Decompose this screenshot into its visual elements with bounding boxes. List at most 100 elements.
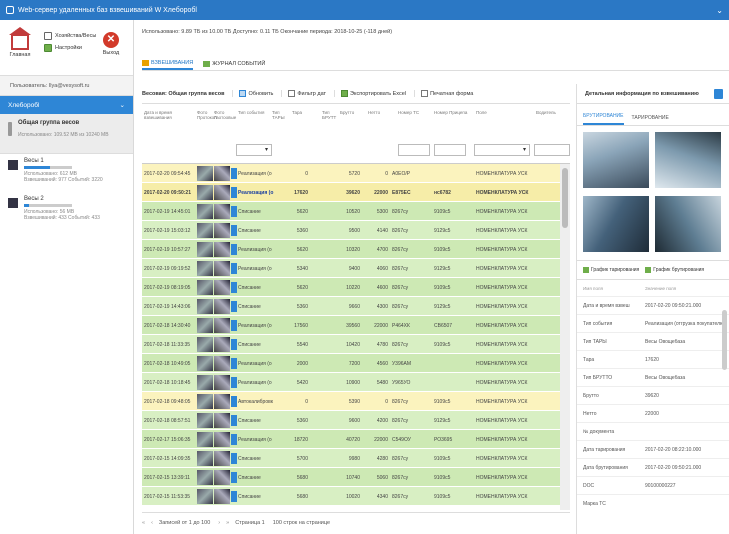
photo-thumbnail[interactable] (197, 356, 213, 371)
col-header-net[interactable]: Нетто (368, 110, 388, 115)
photo-thumbnail[interactable] (197, 318, 213, 333)
col-header-gross-type[interactable]: Тип БРУТТ (322, 110, 338, 120)
photo-thumbnail[interactable] (197, 166, 213, 181)
photo-thumbnail[interactable] (214, 185, 230, 200)
photo-thumbnail[interactable] (214, 223, 230, 238)
photo-thumbnail[interactable] (214, 489, 230, 504)
col-header-datetime[interactable]: Дата и время взвешивания (144, 110, 194, 120)
table-row[interactable]: 2017-02-18 09:48:05 Автокалибровк 0 5390 0 82… (142, 392, 570, 411)
photo-thumbnail[interactable] (214, 356, 230, 371)
photo-thumbnail[interactable] (655, 196, 721, 252)
photo-thumbnail[interactable] (214, 204, 230, 219)
photo-thumbnail[interactable] (655, 132, 721, 188)
rows-per-page-selector[interactable]: 100 строк на странице (273, 520, 330, 526)
detail-scrollbar[interactable] (722, 310, 727, 370)
photo-thumbnail[interactable] (214, 432, 230, 447)
photo-thumbnail[interactable] (197, 204, 213, 219)
photo-thumbnail[interactable] (197, 223, 213, 238)
photo-thumbnail[interactable] (197, 261, 213, 276)
scrollbar-thumb[interactable] (562, 168, 568, 228)
col-header-photo-ready[interactable]: Фото Гаотоовые (214, 110, 236, 120)
photo-thumbnail[interactable] (214, 280, 230, 295)
col-header-gross[interactable]: Брутто (340, 110, 360, 115)
photo-thumbnail[interactable] (197, 299, 213, 314)
chevron-down-icon[interactable]: ⌄ (716, 6, 723, 15)
photo-thumbnail[interactable] (214, 470, 230, 485)
table-row[interactable]: 2017-02-15 14:09:35 Списание 5700 9980 4280 8… (142, 449, 570, 468)
photo-thumbnail[interactable] (214, 299, 230, 314)
scale-item-1[interactable]: Весы 1 Использовано: 612 MB Взвешиваний:… (0, 154, 133, 192)
tab-event-log[interactable]: ЖУРНАЛ СОБЫТИЙ (203, 45, 265, 70)
photo-thumbnail[interactable] (214, 242, 230, 257)
table-row[interactable]: 2017-02-17 15:06:35 Реализация (о 18720 407… (142, 430, 570, 449)
col-header-tare[interactable]: Тара (292, 110, 306, 115)
prev-page-icon[interactable]: ‹ (151, 520, 153, 526)
photo-thumbnail[interactable] (214, 375, 230, 390)
gross-chart-link[interactable]: График брутирования (645, 267, 704, 273)
nav-farms-scales[interactable]: Хозяйства/Весы (44, 32, 96, 40)
company-selector[interactable]: Хлеборобl ⌄ (0, 96, 133, 114)
col-header-photo-protocol[interactable]: Фото Протокол (197, 110, 217, 120)
field-filter[interactable] (474, 144, 530, 156)
table-row[interactable]: 2017-02-19 15:03:12 Списание 5360 9500 4140 8… (142, 221, 570, 240)
refresh-button[interactable]: Обновить (232, 90, 273, 97)
photo-thumbnail[interactable] (197, 394, 213, 409)
home-button[interactable]: Главная (8, 27, 32, 58)
trailer-filter[interactable] (434, 144, 466, 156)
table-row[interactable]: 2017-02-18 14:30:40 Реализация (о 17560 395… (142, 316, 570, 335)
table-row[interactable]: 2017-02-18 10:49:05 Реализация (о 2000 7200… (142, 354, 570, 373)
nav-settings[interactable]: Настройки (44, 44, 96, 52)
photo-thumbnail[interactable] (197, 470, 213, 485)
table-row[interactable]: 2017-02-20 09:54:45 Реализация (о 0 5720 0 А0… (142, 164, 570, 183)
table-row[interactable]: 2017-02-19 14:45:01 Списание 5620 10520 5300… (142, 202, 570, 221)
table-row[interactable]: 2017-02-15 11:53:35 Списание 5680 10020 4340… (142, 487, 570, 506)
col-header-field[interactable]: Поле (476, 110, 490, 115)
table-row[interactable]: 2017-02-15 13:39:11 Списание 5680 10740 5060… (142, 468, 570, 487)
grid-scrollbar[interactable] (560, 164, 570, 510)
collapse-panel-icon[interactable] (714, 88, 723, 99)
table-row[interactable]: 2017-02-18 08:57:51 Списание 5360 9600 4200 8… (142, 411, 570, 430)
col-header-event-type[interactable]: Тип события (238, 110, 268, 115)
photo-thumbnail[interactable] (197, 337, 213, 352)
tab-tare[interactable]: ТАРИРОВАНИЕ (632, 115, 669, 125)
col-header-trailer[interactable]: Номер Прицепа (434, 110, 468, 115)
exit-button[interactable]: ✕ Выход (99, 32, 123, 56)
page-selector[interactable]: Страница 1 (235, 520, 265, 526)
first-page-icon[interactable]: « (142, 520, 145, 526)
last-page-icon[interactable]: » (226, 520, 229, 526)
photo-thumbnail[interactable] (214, 394, 230, 409)
col-header-driver[interactable]: Водитель (536, 110, 566, 115)
photo-thumbnail[interactable] (214, 337, 230, 352)
tare-chart-link[interactable]: График тарирования (583, 267, 639, 273)
scale-item-2[interactable]: Весы 2 Использовано: 56 MB Взвешиваний: … (0, 192, 133, 230)
print-form-button[interactable]: Печатная форма (414, 90, 473, 97)
photo-thumbnail[interactable] (214, 413, 230, 428)
photo-thumbnail[interactable] (197, 375, 213, 390)
vehicle-filter[interactable] (398, 144, 430, 156)
photo-thumbnail[interactable] (214, 166, 230, 181)
table-row[interactable]: 2017-02-19 09:19:52 Реализация (о 5340 9400… (142, 259, 570, 278)
table-row[interactable]: 2017-02-20 09:50:21 Реализация (о 17620 396… (142, 183, 570, 202)
driver-filter[interactable] (534, 144, 570, 156)
table-row[interactable]: 2017-02-19 08:19:05 Списание 5620 10220 4600… (142, 278, 570, 297)
col-header-tare-type[interactable]: Тип ТАРЫ (272, 110, 286, 120)
table-row[interactable]: 2017-02-18 11:33:35 Списание 5540 10420 4780… (142, 335, 570, 354)
photo-thumbnail[interactable] (214, 451, 230, 466)
event-type-filter[interactable] (236, 144, 272, 156)
date-filter-button[interactable]: Фильтр дат (281, 90, 326, 97)
col-header-vehicle[interactable]: Номер ТС (398, 110, 426, 115)
tab-weighings[interactable]: ВЗВЕШИВАНИЯ (142, 45, 194, 70)
photo-thumbnail[interactable] (197, 185, 213, 200)
photo-thumbnail[interactable] (197, 432, 213, 447)
photo-thumbnail[interactable] (197, 451, 213, 466)
photo-thumbnail[interactable] (583, 132, 649, 188)
photo-thumbnail[interactable] (214, 261, 230, 276)
photo-thumbnail[interactable] (583, 196, 649, 252)
photo-thumbnail[interactable] (197, 242, 213, 257)
photo-thumbnail[interactable] (197, 413, 213, 428)
table-row[interactable]: 2017-02-19 14:43:06 Списание 5360 9660 4300 8… (142, 297, 570, 316)
table-row[interactable]: 2017-02-18 10:18:45 Реализация (о 5420 1090… (142, 373, 570, 392)
photo-thumbnail[interactable] (197, 489, 213, 504)
scale-group-item[interactable]: Общая группа весов Использовано: 109.52 … (0, 114, 133, 154)
table-row[interactable]: 2017-02-19 10:57:27 Реализация (о 5620 1032… (142, 240, 570, 259)
